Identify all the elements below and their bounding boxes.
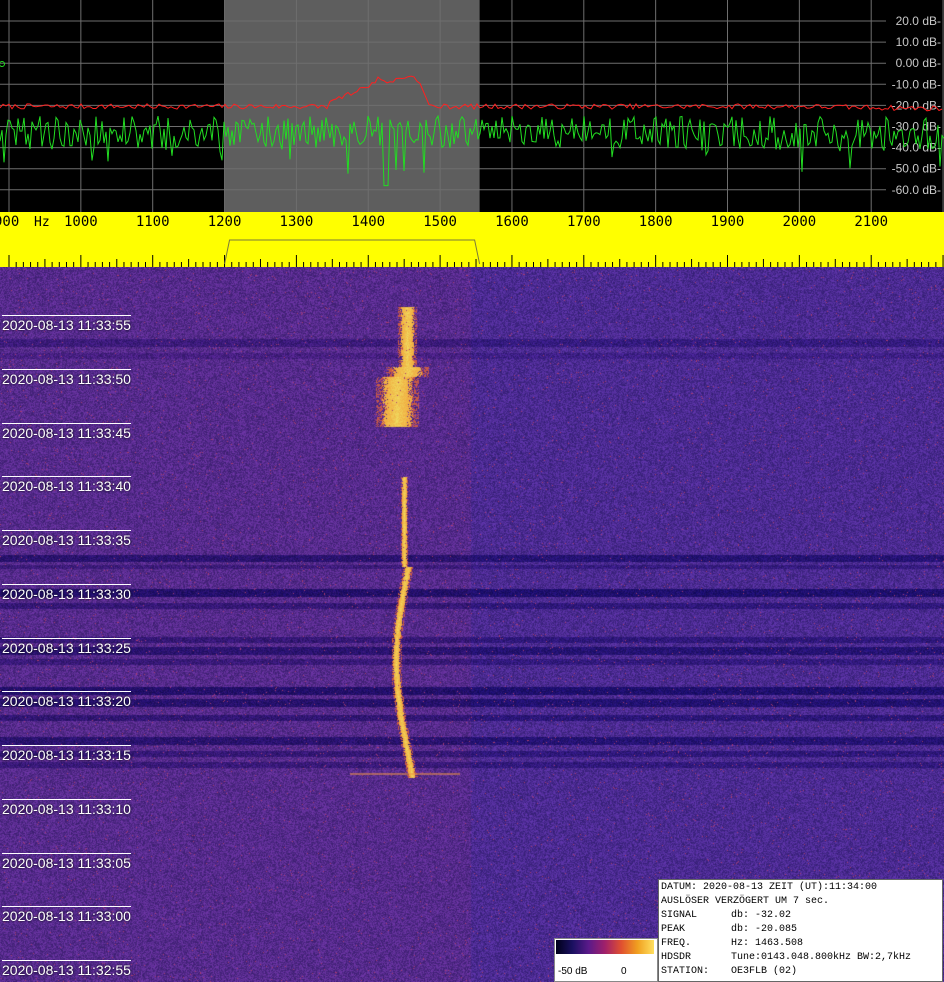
db-axis-label: 0.00 dB-	[896, 56, 941, 70]
db-axis-label: 20.0 dB-	[896, 14, 941, 28]
freq-tick-label: 1800	[639, 214, 673, 230]
color-legend-max: 0	[621, 966, 627, 977]
info-freq: FREQ. Hz: 1463.508	[661, 938, 803, 950]
waterfall-timestamp: 2020-08-13 11:33:35	[2, 530, 131, 548]
spectrum-panel[interactable]: 20.0 dB- 10.0 dB- 0.00 dB- -10.0 dB- -20.0 d…	[0, 0, 944, 212]
info-hdsdr: HDSDR Tune:0143.048.800kHz BW:2,7kHz	[661, 952, 911, 964]
freq-tick-label: 1900	[711, 214, 745, 230]
waterfall-timestamp: 2020-08-13 11:33:00	[2, 906, 131, 925]
info-box: DATUM: 2020-08-13 ZEIT (UT):11:34:00 AUS…	[658, 879, 943, 982]
waterfall-timestamp: 2020-08-13 11:33:15	[2, 745, 131, 763]
info-date-time: DATUM: 2020-08-13 ZEIT (UT):11:34:00	[661, 882, 878, 893]
spectrum-plot: 20.0 dB- 10.0 dB- 0.00 dB- -10.0 dB- -20.0 d…	[0, 0, 944, 212]
db-axis-label: -50.0 dB-	[892, 162, 941, 176]
info-station-key: STATION:	[661, 966, 710, 977]
freq-tick-label: 1000	[64, 214, 98, 230]
info-signal-value: db: -32.02	[731, 910, 792, 921]
color-legend-min: -50 dB	[558, 966, 588, 977]
waterfall-timestamp: 2020-08-13 11:33:50	[2, 368, 131, 387]
waterfall-timestamp: 2020-08-13 11:33:05	[2, 852, 131, 871]
frequency-scale-ruler: 900 Hz 1000 1100 1200 1300 1400 1500 1600 1700 180…	[0, 214, 944, 267]
passband-filter-shape[interactable]	[224, 239, 481, 265]
info-signal-key: SIGNAL	[661, 910, 698, 921]
waterfall-timestamp: 2020-08-13 11:33:45	[2, 422, 131, 441]
waterfall-timestamp: 2020-08-13 11:33:40	[2, 476, 131, 495]
waterfall-timestamp: 2020-08-13 11:33:55	[2, 315, 131, 333]
info-signal: SIGNAL db: -32.02	[661, 910, 791, 922]
freq-unit-label: Hz	[34, 215, 50, 230]
waterfall-timestamp: 2020-08-13 11:32:55	[2, 960, 131, 978]
waterfall-canvas	[0, 267, 944, 982]
info-trigger-delay: AUSLÖSER VERZÖGERT UM 7 sec.	[661, 896, 830, 907]
color-gradient	[556, 940, 654, 954]
waterfall-display[interactable]: 2020-08-13 11:33:55 2020-08-13 11:33:50 20…	[0, 267, 944, 982]
freq-tick-label: 1600	[495, 214, 529, 230]
color-legend: -50 dB 0	[554, 938, 658, 982]
info-peak-key: PEAK	[661, 924, 686, 935]
info-freq-value: Hz: 1463.508	[731, 938, 804, 949]
freq-tick-label: 2000	[782, 214, 816, 230]
freq-tick-label: 1500	[423, 214, 457, 230]
freq-tick-label: 1300	[280, 214, 314, 230]
marker-icon	[0, 61, 5, 67]
db-axis-label: -10.0 dB-	[892, 77, 941, 91]
frequency-scale[interactable]: 900 Hz 1000 1100 1200 1300 1400 1500 1600 1700 180…	[0, 212, 944, 267]
freq-tick-label: 1100	[136, 214, 170, 230]
info-freq-key: FREQ.	[661, 938, 692, 949]
db-axis-label: 10.0 dB-	[896, 35, 941, 49]
info-station-value: OE3FLB (02)	[731, 966, 798, 977]
db-axis-label: -60.0 dB-	[892, 183, 941, 197]
db-axis-label: -20.0 dB-	[892, 98, 941, 112]
freq-tick-label: 1400	[351, 214, 385, 230]
waterfall-timestamp: 2020-08-13 11:33:20	[2, 691, 131, 710]
waterfall-timestamp: 2020-08-13 11:33:25	[2, 637, 131, 656]
freq-tick-label: 1200	[208, 214, 242, 230]
freq-tick-label: 2100	[854, 214, 888, 230]
info-hdsdr-value: Tune:0143.048.800kHz BW:2,7kHz	[731, 952, 912, 963]
info-hdsdr-key: HDSDR	[661, 952, 692, 963]
info-station: STATION: OE3FLB (02)	[661, 966, 797, 978]
info-peak: PEAK db: -20.085	[661, 924, 797, 936]
freq-tick-label: 900	[0, 214, 19, 230]
freq-tick-label: 1700	[567, 214, 601, 230]
waterfall-timestamp: 2020-08-13 11:33:30	[2, 583, 131, 602]
info-peak-value: db: -20.085	[731, 924, 798, 935]
waterfall-timestamp: 2020-08-13 11:33:10	[2, 798, 131, 817]
